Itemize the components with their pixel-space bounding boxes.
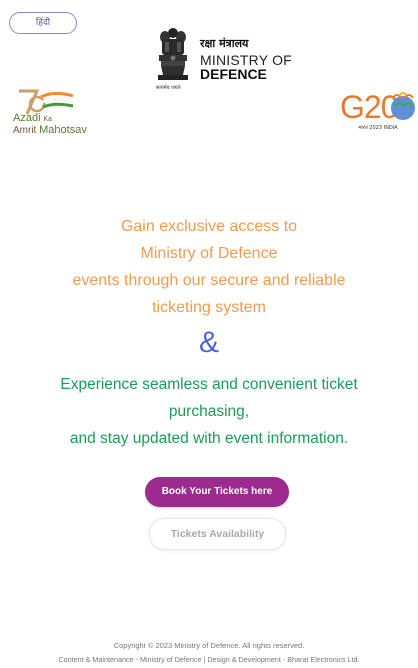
access-headline-line: Gain exclusive access to (120, 218, 298, 235)
azadi-logo-text: Azadi Ka Amrit Mahotsav (13, 113, 87, 136)
ministry-name-hindi: रक्षा मंत्रालय (200, 37, 249, 50)
experience-headline-line: and stay updated with event information. (69, 430, 349, 447)
access-headline-line: events through our secure and reliable (72, 272, 346, 289)
book-tickets-button[interactable]: Book Your Tickets here (145, 477, 289, 507)
ministry-name-line2: DEFENCE (200, 66, 267, 82)
page: हिंदी रक्षा मंत्रालय MINISTRY OF DEFENCE… (0, 0, 418, 668)
azadi-ka-amrit-mahotsav-logo: Azadi Ka Amrit Mahotsav (10, 88, 94, 138)
g20-subtitle: भारत 2023 INDIA (358, 125, 398, 131)
experience-headline-line: purchasing, (168, 403, 250, 420)
g20-logo: G20 भारत 2023 INDIA (338, 90, 418, 138)
azadi-word: Azadi (13, 112, 41, 124)
experience-headline-line: Experience seamless and convenient ticke… (60, 376, 358, 393)
access-headline-line: ticketing system (152, 299, 266, 316)
ka-word: Ka (43, 116, 52, 123)
access-headline-line: Ministry of Defence (140, 245, 278, 262)
ampersand-divider: & (198, 326, 219, 359)
footer-copyright: Copyright © 2023 Ministry of Defence. Al… (113, 641, 305, 650)
lotus-globe-icon (391, 92, 415, 120)
emblem-motto: सत्यमेव जयते (156, 85, 181, 91)
national-emblem-icon (158, 28, 188, 80)
access-headline: Gain exclusive access to Ministry of Def… (0, 213, 418, 321)
amrit-word: Amrit (13, 125, 37, 136)
tickets-availability-button[interactable]: Tickets Availability (149, 518, 286, 550)
ministry-of-defence-logo: रक्षा मंत्रालय MINISTRY OF DEFENCE सत्यम… (155, 27, 292, 95)
experience-headline: Experience seamless and convenient ticke… (0, 371, 418, 452)
mahotsav-word: Mahotsav (39, 124, 87, 136)
footer-credits: Content & Maintenance - Ministry of Defe… (58, 655, 360, 664)
language-toggle-button[interactable]: हिंदी (9, 12, 77, 34)
